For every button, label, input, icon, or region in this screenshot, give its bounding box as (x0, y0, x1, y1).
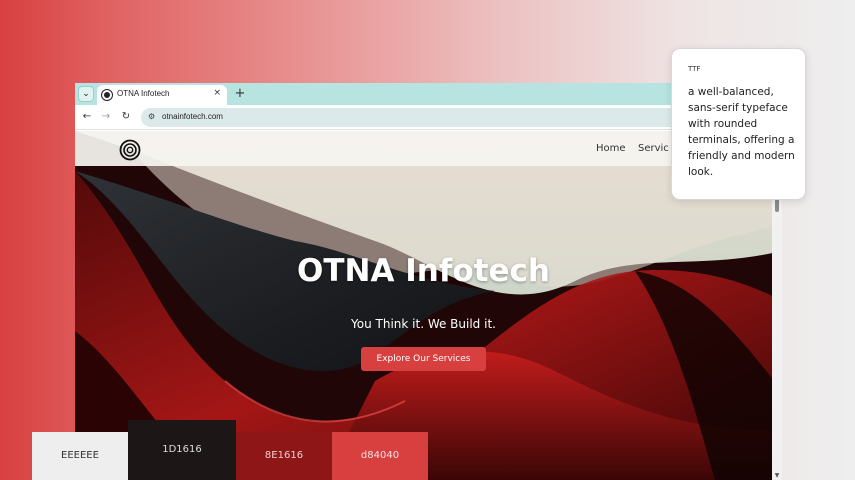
back-button[interactable]: ← (80, 110, 94, 124)
tab-title: OTNA Infotech (117, 89, 170, 98)
site-info-icon[interactable]: ⚙ (148, 112, 158, 122)
color-swatch: d84040 (332, 432, 428, 480)
swatch-label: EEEEEE (61, 450, 99, 461)
chevron-down-icon: ⌄ (82, 89, 90, 99)
hero-title: OTNA Infotech (297, 253, 550, 289)
color-swatch: 1D1616 (128, 420, 236, 480)
forward-button[interactable]: → (99, 110, 113, 124)
hero-tagline: You Think it. We Build it. (351, 317, 496, 331)
nav-link-services[interactable]: Servic (638, 143, 669, 154)
logo-icon[interactable] (119, 139, 141, 161)
font-format-label: TTF (688, 65, 701, 73)
font-description: a well-balanced, sans-serif typeface wit… (688, 86, 795, 178)
new-tab-button[interactable]: + (231, 85, 249, 103)
scrollbar-thumb[interactable] (775, 198, 779, 212)
color-swatch: 8E1616 (236, 432, 332, 480)
tab-close-button[interactable]: × (213, 88, 221, 98)
favicon-icon (102, 90, 112, 100)
swatch-label: 8E1616 (264, 450, 304, 461)
nav-link-home[interactable]: Home (596, 143, 626, 154)
reload-button[interactable]: ↻ (119, 110, 133, 124)
color-swatch: EEEEEE (32, 432, 128, 480)
swatch-label: d84040 (360, 450, 400, 461)
tab-active[interactable]: OTNA Infotech × (97, 85, 227, 105)
swatch-label: 1D1616 (162, 444, 202, 455)
font-info-card: TTF a well-balanced, sans-serif typeface… (671, 48, 806, 200)
scroll-down-arrow-icon[interactable]: ▼ (773, 472, 781, 480)
url-text[interactable]: otnainfotech.com (162, 112, 223, 121)
explore-services-button[interactable]: Explore Our Services (361, 347, 486, 371)
tab-search-button[interactable]: ⌄ (78, 86, 94, 102)
